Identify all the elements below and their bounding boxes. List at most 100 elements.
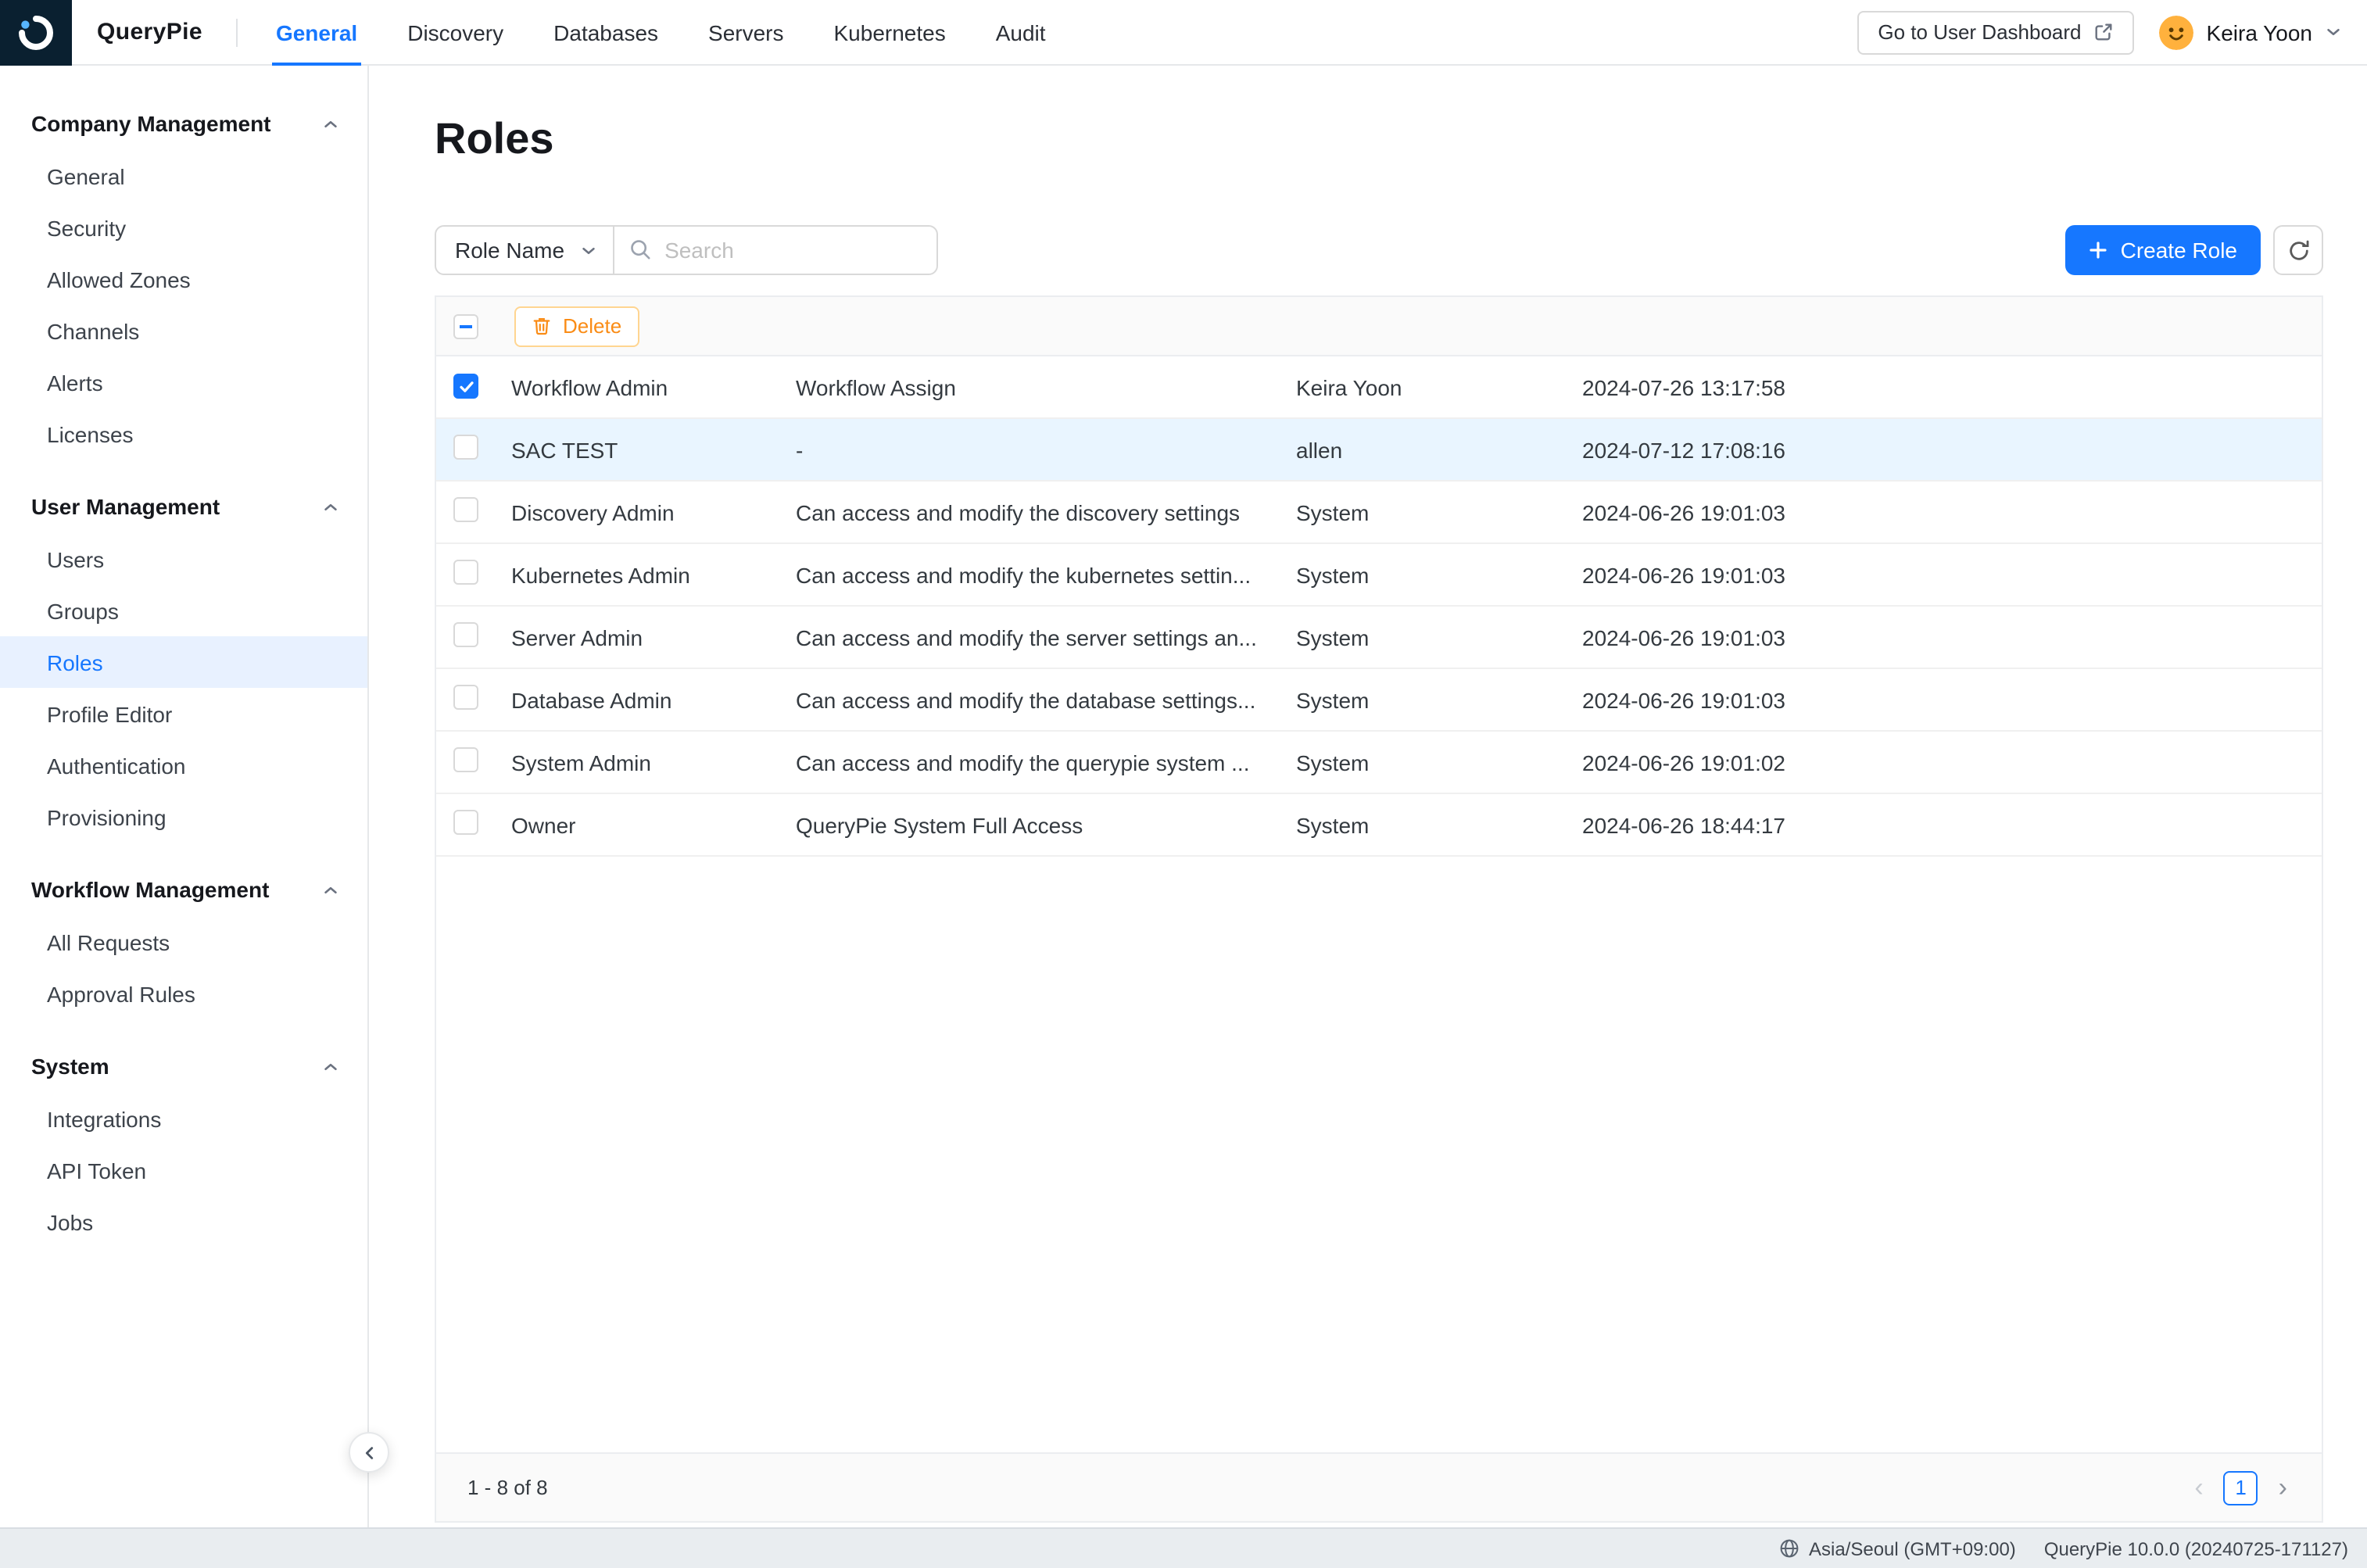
topnav-item-label: Databases <box>553 20 658 45</box>
row-checkbox[interactable] <box>453 374 478 399</box>
table-row[interactable]: Server Admin Can access and modify the s… <box>436 607 2322 669</box>
go-to-user-dashboard-button[interactable]: Go to User Dashboard <box>1857 10 2134 54</box>
sidebar-item-provisioning[interactable]: Provisioning <box>0 791 367 843</box>
search-field-label: Role Name <box>455 238 564 263</box>
sidebar-section: Company Management GeneralSecurityAllowe… <box>0 97 367 460</box>
row-checkbox-cell <box>436 810 511 839</box>
create-role-button[interactable]: Create Role <box>2066 225 2261 275</box>
delete-button[interactable]: Delete <box>514 306 639 346</box>
row-checkbox[interactable] <box>453 560 478 585</box>
search-input[interactable] <box>613 225 938 275</box>
sidebar-item-approval-rules[interactable]: Approval Rules <box>0 968 367 1019</box>
row-checkbox-cell <box>436 747 511 777</box>
topnav-item-audit[interactable]: Audit <box>971 0 1071 64</box>
role-creator: System <box>1296 625 1582 650</box>
role-updated: 2024-07-12 17:08:16 <box>1582 437 2322 462</box>
sidebar-section-title: Workflow Management <box>31 877 269 902</box>
row-checkbox-cell <box>436 497 511 527</box>
topnav-item-discovery[interactable]: Discovery <box>382 0 528 64</box>
role-name: Server Admin <box>511 625 796 650</box>
role-creator: System <box>1296 750 1582 775</box>
role-name: SAC TEST <box>511 437 796 462</box>
table-row[interactable]: System Admin Can access and modify the q… <box>436 732 2322 794</box>
table-row[interactable]: Database Admin Can access and modify the… <box>436 669 2322 732</box>
row-checkbox[interactable] <box>453 622 478 647</box>
topnav-item-general[interactable]: General <box>251 0 382 64</box>
sidebar-section-header[interactable]: Company Management <box>0 97 367 150</box>
row-checkbox[interactable] <box>453 810 478 835</box>
sidebar-item-integrations[interactable]: Integrations <box>0 1093 367 1144</box>
trash-icon <box>532 316 552 336</box>
querypie-logo[interactable] <box>0 0 72 65</box>
check-icon <box>457 378 474 396</box>
role-creator: System <box>1296 812 1582 837</box>
sidebar-item-alerts[interactable]: Alerts <box>0 356 367 408</box>
version-status: QueryPie 10.0.0 (20240725-171127) <box>2044 1538 2348 1559</box>
topnav-item-servers[interactable]: Servers <box>683 0 808 64</box>
sidebar-section-header[interactable]: Workflow Management <box>0 863 367 916</box>
search-field-selector[interactable]: Role Name <box>435 225 614 275</box>
top-navigation: QueryPie General Discovery Databases Server… <box>0 0 2367 66</box>
sidebar-item-allowed-zones[interactable]: Allowed Zones <box>0 253 367 305</box>
row-checkbox[interactable] <box>453 747 478 772</box>
topnav-item-kubernetes[interactable]: Kubernetes <box>809 0 971 64</box>
sidebar-item-groups[interactable]: Groups <box>0 585 367 636</box>
role-updated: 2024-06-26 19:01:03 <box>1582 499 2322 524</box>
refresh-button[interactable] <box>2273 225 2323 275</box>
sidebar-item-licenses[interactable]: Licenses <box>0 408 367 460</box>
sidebar-item-channels[interactable]: Channels <box>0 305 367 356</box>
sidebar-item-authentication[interactable]: Authentication <box>0 739 367 791</box>
sidebar-item-general[interactable]: General <box>0 150 367 202</box>
row-checkbox[interactable] <box>453 685 478 710</box>
pagination-next-button[interactable]: › <box>2276 1474 2290 1501</box>
sidebar-collapse-button[interactable] <box>349 1432 389 1473</box>
sidebar-section-items: IntegrationsAPI TokenJobs <box>0 1093 367 1248</box>
table-row[interactable]: SAC TEST - allen 2024-07-12 17:08:16 <box>436 419 2322 481</box>
sidebar-item-profile-editor[interactable]: Profile Editor <box>0 688 367 739</box>
select-all-checkbox[interactable] <box>453 313 478 338</box>
table-row[interactable]: Discovery Admin Can access and modify th… <box>436 481 2322 544</box>
external-link-icon <box>2094 22 2115 42</box>
role-name: Database Admin <box>511 687 796 712</box>
row-checkbox[interactable] <box>453 435 478 460</box>
topnav-menu: General Discovery Databases ServersKubernet… <box>251 0 1071 64</box>
pagination-page-button[interactable]: 1 <box>2224 1470 2258 1505</box>
sidebar: Company Management GeneralSecurityAllowe… <box>0 66 369 1527</box>
sidebar-section-items: All RequestsApproval Rules <box>0 916 367 1019</box>
table-row[interactable]: Workflow Admin Workflow Assign Keira Yoo… <box>436 356 2322 419</box>
chevron-up-icon <box>322 115 339 132</box>
sidebar-item-all-requests[interactable]: All Requests <box>0 916 367 968</box>
row-checkbox-cell <box>436 560 511 589</box>
table-row[interactable]: Owner QueryPie System Full Access System… <box>436 794 2322 857</box>
sidebar-item-roles[interactable]: Roles <box>0 636 367 688</box>
role-updated: 2024-06-26 18:44:17 <box>1582 812 2322 837</box>
user-menu[interactable]: Keira Yoon <box>2160 15 2342 49</box>
sidebar-section: Workflow Management All RequestsApproval… <box>0 863 367 1019</box>
table-row[interactable]: Kubernetes Admin Can access and modify t… <box>436 544 2322 607</box>
role-name: System Admin <box>511 750 796 775</box>
brand-name: QueryPie <box>97 19 202 45</box>
page-title: Roles <box>435 113 2323 166</box>
pagination-range: 1 - 8 of 8 <box>467 1476 548 1499</box>
sidebar-section-header[interactable]: System <box>0 1040 367 1093</box>
role-updated: 2024-06-26 19:01:03 <box>1582 687 2322 712</box>
status-bar: Asia/Seoul (GMT+09:00) QueryPie 10.0.0 (… <box>0 1527 2367 1568</box>
sidebar-section-header[interactable]: User Management <box>0 480 367 533</box>
sidebar-item-jobs[interactable]: Jobs <box>0 1196 367 1248</box>
sidebar-section-items: UsersGroupsRolesProfile EditorAuthentica… <box>0 533 367 843</box>
pagination-prev-button[interactable]: ‹ <box>2191 1474 2206 1501</box>
sidebar-section-title: User Management <box>31 494 220 519</box>
globe-icon <box>1779 1538 1799 1559</box>
topnav-item-databases[interactable]: Databases <box>528 0 683 64</box>
row-checkbox[interactable] <box>453 497 478 522</box>
user-name: Keira Yoon <box>2207 20 2312 45</box>
topnav-item-label: Audit <box>996 20 1046 45</box>
role-description: QueryPie System Full Access <box>796 812 1296 837</box>
timezone-status: Asia/Seoul (GMT+09:00) <box>1779 1538 2016 1559</box>
version-text: QueryPie 10.0.0 (20240725-171127) <box>2044 1538 2348 1559</box>
topnav-item-label: General <box>276 20 357 45</box>
sidebar-item-security[interactable]: Security <box>0 202 367 253</box>
sidebar-item-users[interactable]: Users <box>0 533 367 585</box>
role-description: Can access and modify the database setti… <box>796 687 1296 712</box>
sidebar-item-api-token[interactable]: API Token <box>0 1144 367 1196</box>
